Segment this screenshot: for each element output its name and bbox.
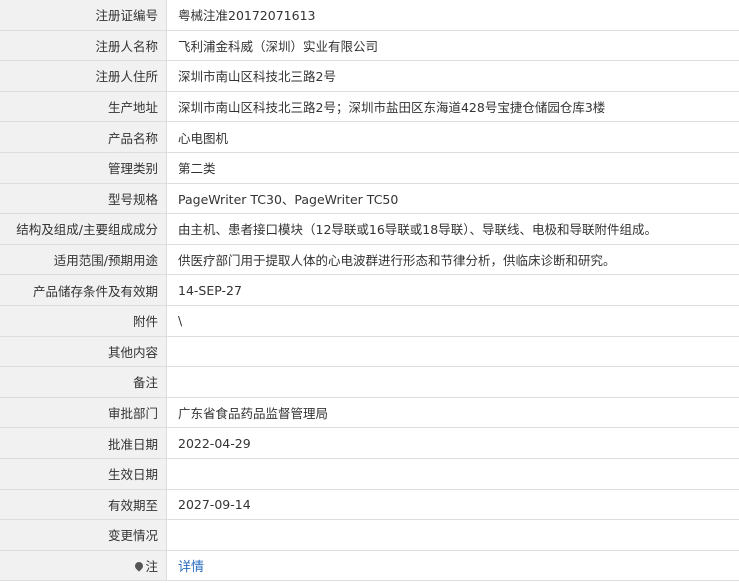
row-label: 注册证编号 [0,0,167,31]
table-row: 注册人住所 深圳市南山区科技北三路2号 [0,60,739,92]
row-value: PageWriter TC30、PageWriter TC50 [166,183,739,215]
row-value: 由主机、患者接口模块（12导联或16导联或18导联）、导联线、电极和导联附件组成… [166,213,739,245]
table-row: 变更情况 [0,519,739,551]
table-row: 批准日期 2022-04-29 [0,427,739,459]
table-row: 产品储存条件及有效期 14-SEP-27 [0,274,739,306]
table-row: 有效期至 2027-09-14 [0,489,739,521]
row-label: 注册人名称 [0,30,167,62]
table-row: 审批部门 广东省食品药品监督管理局 [0,397,739,429]
row-label: 批准日期 [0,427,167,459]
table-row: 生效日期 [0,458,739,490]
row-label: 审批部门 [0,397,167,429]
row-label: 适用范围/预期用途 [0,244,167,276]
table-row: 适用范围/预期用途 供医疗部门用于提取人体的心电波群进行形态和节律分析，供临床诊… [0,244,739,276]
table-row: 附件 \ [0,305,739,337]
row-label: 有效期至 [0,489,167,521]
row-value: 深圳市南山区科技北三路2号 [166,60,739,92]
note-row: 注 详情 [0,550,739,582]
row-value [166,366,739,398]
row-value: 供医疗部门用于提取人体的心电波群进行形态和节律分析，供临床诊断和研究。 [166,244,739,276]
table-row: 管理类别 第二类 [0,152,739,184]
note-value-cell: 详情 [166,550,739,582]
row-label: 结构及组成/主要组成成分 [0,213,167,245]
row-value: 14-SEP-27 [166,274,739,306]
row-label: 备注 [0,366,167,398]
pin-icon [133,560,146,572]
row-value [166,519,739,551]
row-label: 生产地址 [0,91,167,123]
row-value: 第二类 [166,152,739,184]
table-row: 结构及组成/主要组成成分 由主机、患者接口模块（12导联或16导联或18导联）、… [0,213,739,245]
row-label: 管理类别 [0,152,167,184]
row-label: 产品名称 [0,121,167,153]
row-value: 广东省食品药品监督管理局 [166,397,739,429]
row-label: 其他内容 [0,336,167,368]
table-row: 注册证编号 粤械注准20172071613 [0,0,739,31]
row-label: 型号规格 [0,183,167,215]
table-row: 注册人名称 飞利浦金科威（深圳）实业有限公司 [0,30,739,62]
table-row: 型号规格 PageWriter TC30、PageWriter TC50 [0,183,739,215]
table-row: 备注 [0,366,739,398]
note-label: 注 [145,558,158,574]
note-label-cell: 注 [0,550,167,582]
row-value: 飞利浦金科威（深圳）实业有限公司 [166,30,739,62]
row-value: \ [166,305,739,337]
row-value: 心电图机 [166,121,739,153]
registration-detail-table: 注册证编号 粤械注准20172071613 注册人名称 飞利浦金科威（深圳）实业… [0,0,739,582]
row-label: 附件 [0,305,167,337]
row-value: 粤械注准20172071613 [166,0,739,31]
row-value: 深圳市南山区科技北三路2号；深圳市盐田区东海道428号宝捷仓储园仓库3楼 [166,91,739,123]
table-row: 产品名称 心电图机 [0,121,739,153]
row-value [166,458,739,490]
table-row: 生产地址 深圳市南山区科技北三路2号；深圳市盐田区东海道428号宝捷仓储园仓库3… [0,91,739,123]
row-label: 产品储存条件及有效期 [0,274,167,306]
details-link[interactable]: 详情 [178,560,204,575]
row-value [166,336,739,368]
row-value: 2022-04-29 [166,427,739,459]
row-label: 注册人住所 [0,60,167,92]
table-row: 其他内容 [0,336,739,368]
row-label: 变更情况 [0,519,167,551]
row-value: 2027-09-14 [166,489,739,521]
row-label: 生效日期 [0,458,167,490]
